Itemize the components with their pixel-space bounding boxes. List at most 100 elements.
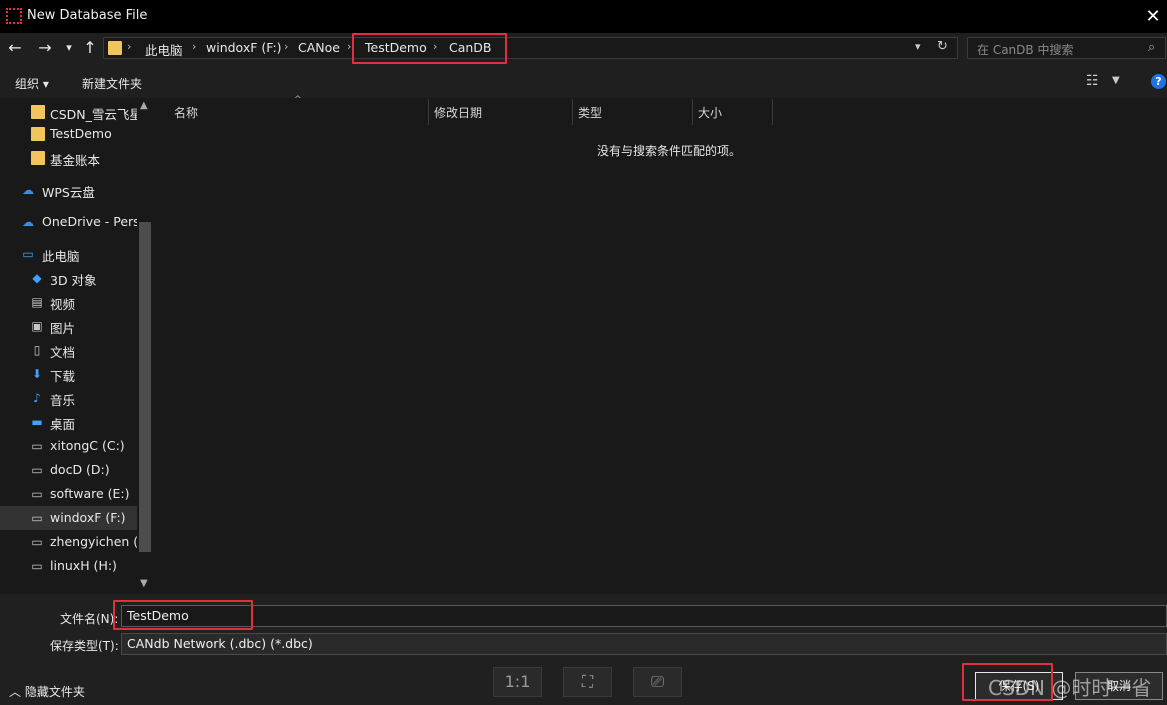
breadcrumb-testdemo[interactable]: TestDemo [365, 40, 427, 55]
computer-icon: ▭ [22, 247, 34, 261]
drive-icon: ▭ [31, 463, 43, 477]
folder-icon [31, 127, 45, 141]
column-divider[interactable] [572, 99, 573, 125]
app-icon [6, 8, 22, 24]
column-divider[interactable] [692, 99, 693, 125]
sidebar-item-csdn[interactable]: CSDN_雪云飞星 [0, 100, 138, 124]
sidebar-item-label: linuxH (H:) [50, 558, 117, 573]
breadcrumb-separator: › [347, 40, 352, 53]
watermark: CSDN @时时一省 [988, 676, 1152, 700]
cube-icon: ◆ [32, 271, 42, 285]
hide-folders-toggle[interactable]: ︿ 隐藏文件夹 [9, 683, 85, 700]
sidebar-item-label: 3D 对象 [50, 273, 97, 288]
sidebar-item-label: 此电脑 [42, 249, 80, 264]
sidebar-item-label: 桌面 [50, 417, 76, 432]
drive-icon: ▭ [31, 559, 43, 573]
close-button[interactable]: ✕ [1140, 4, 1166, 30]
scroll-down-icon[interactable]: ▼ [140, 578, 148, 589]
sidebar-item-pictures[interactable]: ▣ 图片 [0, 314, 138, 338]
filename-field[interactable] [121, 605, 1167, 627]
chevron-down-icon[interactable]: ▼ [1112, 75, 1120, 86]
sidebar-item-onedrive[interactable]: ☁ OneDrive - Perso [0, 210, 138, 234]
sidebar-item-testdemo[interactable]: TestDemo [0, 122, 138, 146]
chevron-up-icon: ︿ [9, 685, 25, 699]
sidebar-item-drive-h[interactable]: ▭ linuxH (H:) [0, 554, 138, 578]
sidebar-item-label: 文档 [50, 345, 76, 360]
column-divider[interactable] [772, 99, 773, 125]
sort-ascending-icon: ^ [294, 95, 302, 105]
picture-icon: ▣ [31, 319, 43, 333]
sidebar-item-music[interactable]: ♪ 音乐 [0, 386, 138, 410]
scrollbar-thumb[interactable] [139, 222, 151, 552]
sidebar-item-drive-e[interactable]: ▭ software (E:) [0, 482, 138, 506]
help-icon[interactable]: ? [1151, 74, 1166, 89]
column-header-type[interactable]: 类型 [578, 104, 602, 121]
forward-button[interactable]: → [35, 37, 55, 59]
download-icon: ⬇ [31, 367, 43, 381]
sidebar-item-label: 基金账本 [50, 153, 101, 168]
sidebar-item-3d-objects[interactable]: ◆ 3D 对象 [0, 266, 138, 290]
sidebar-item-wps-cloud[interactable]: ☁ WPS云盘 [0, 178, 138, 202]
folder-icon [31, 105, 45, 119]
sidebar-item-label: OneDrive - Perso [42, 214, 138, 229]
sidebar-item-label: windoxF (F:) [50, 510, 126, 525]
sidebar-item-label: xitongC (C:) [50, 438, 125, 453]
drive-icon: ▭ [31, 535, 43, 549]
breadcrumb-candb[interactable]: CanDB [449, 40, 492, 55]
breadcrumb-canoe[interactable]: CANoe [298, 40, 340, 55]
breadcrumb-separator: › [433, 40, 438, 53]
chevron-down-icon[interactable]: ▾ [915, 40, 921, 53]
back-button[interactable]: ← [5, 37, 25, 59]
column-header-date[interactable]: 修改日期 [434, 104, 482, 121]
sidebar-item-fund-ledger[interactable]: 基金账本 [0, 146, 138, 170]
new-folder-button[interactable]: 新建文件夹 [82, 75, 142, 92]
breadcrumb-separator: › [192, 40, 197, 53]
fit-screen-icon[interactable]: ⛶ [563, 667, 612, 697]
cloud-icon: ☁ [22, 215, 34, 229]
sidebar-item-label: software (E:) [50, 486, 130, 501]
sidebar-item-desktop[interactable]: ▬ 桌面 [0, 410, 138, 434]
folder-icon [31, 151, 45, 165]
view-options-icon[interactable]: ☷ [1086, 73, 1099, 89]
scroll-up-icon[interactable]: ▲ [140, 100, 148, 111]
column-header-size[interactable]: 大小 [698, 104, 722, 121]
organize-button[interactable]: 组织 ▾ [15, 75, 49, 92]
sidebar-item-drive-g[interactable]: ▭ zhengyichen (G [0, 530, 138, 554]
breadcrumb-drive-f[interactable]: windoxF (F:) [206, 40, 282, 55]
video-icon: ▤ [31, 295, 43, 309]
column-divider[interactable] [428, 99, 429, 125]
sidebar-item-downloads[interactable]: ⬇ 下载 [0, 362, 138, 386]
sidebar-item-drive-f[interactable]: ▭ windoxF (F:) [0, 506, 138, 530]
up-button[interactable]: ↑ [80, 37, 100, 59]
music-icon: ♪ [33, 391, 41, 405]
breadcrumb-this-pc[interactable]: 此电脑 [145, 40, 183, 59]
title-bar [0, 0, 1167, 33]
sidebar-item-drive-c[interactable]: ▭ xitongC (C:) [0, 434, 138, 458]
filename-value[interactable]: TestDemo [127, 608, 189, 623]
search-icon[interactable]: ⌕ [1148, 40, 1155, 55]
file-list[interactable] [155, 98, 1167, 594]
sidebar-item-label: WPS云盘 [42, 185, 95, 200]
folder-icon [108, 41, 122, 55]
sidebar-item-drive-d[interactable]: ▭ docD (D:) [0, 458, 138, 482]
screen-capture-icon[interactable]: ⎚ [633, 667, 682, 697]
sidebar-item-label: CSDN_雪云飞星 [50, 107, 138, 122]
refresh-icon[interactable]: ↻ [937, 39, 948, 54]
sidebar-item-documents[interactable]: ▯ 文档 [0, 338, 138, 362]
drive-icon: ▭ [31, 511, 43, 525]
drive-icon: ▭ [31, 439, 43, 453]
window-title: New Database File [27, 8, 148, 23]
sidebar-item-this-pc[interactable]: ▭ 此电脑 [0, 242, 138, 266]
filename-label: 文件名(N): [60, 612, 119, 626]
sidebar-item-label: 图片 [50, 321, 76, 336]
sidebar-item-label: zhengyichen (G [50, 534, 138, 549]
sidebar-item-videos[interactable]: ▤ 视频 [0, 290, 138, 314]
cloud-icon: ☁ [22, 183, 34, 197]
sidebar-item-label: 音乐 [50, 393, 76, 408]
breadcrumb-separator: › [284, 40, 289, 53]
column-header-name[interactable]: 名称 [174, 104, 198, 121]
breadcrumb-separator: › [127, 40, 132, 53]
actual-size-button[interactable]: 1:1 [493, 667, 542, 697]
filetype-value[interactable]: CANdb Network (.dbc) (*.dbc) [127, 636, 313, 651]
recent-locations-button[interactable]: ▾ [59, 37, 79, 59]
